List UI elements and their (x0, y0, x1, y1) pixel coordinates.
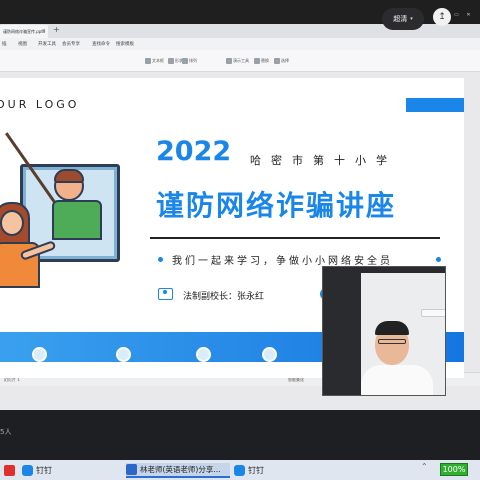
menu-item-developer[interactable]: 开发工具 (38, 41, 56, 47)
stripe-dot (116, 347, 131, 362)
windows-taskbar: 钉钉 林老师(英语老师)分享... 钉钉 (0, 460, 480, 480)
replace-label: 替换 (261, 58, 269, 63)
window-controls-icon[interactable]: ▭ ✕ (454, 12, 474, 18)
taskbar-item-dingtalk-2[interactable]: 钉钉 (234, 463, 294, 478)
presenter-glasses (378, 339, 406, 344)
taskbar-item-label: 钉钉 (36, 466, 52, 475)
arrange-label: 排列 (189, 58, 197, 63)
textbox-icon (145, 58, 151, 64)
document-tab-label: 谨防网络诈骗宣传.pptx (3, 29, 46, 34)
shape-button[interactable]: 形状 (168, 56, 183, 66)
stripe-dot (196, 347, 211, 362)
menu-bar: 插 视图 开发工具 会员专享 查找命令 搜索模板 (0, 38, 480, 50)
presentation-icon (126, 464, 137, 475)
select-button[interactable]: 选择 (274, 56, 289, 66)
taskbar-item-label: 林老师(英语老师)分享... (140, 465, 221, 474)
participant-count: 5人 (0, 428, 12, 436)
illustration-girl-face (0, 210, 24, 236)
battery-indicator: 100% (440, 463, 468, 476)
slogan-right-dot (436, 257, 441, 262)
slide-year: 2022 (156, 136, 232, 167)
slide-slogan: 我们一起来学习，争做小小网络安全员 (172, 256, 393, 267)
arrange-button[interactable]: 排列 (182, 56, 197, 66)
menu-item-insert[interactable]: 插 (2, 41, 7, 47)
illustration-boy-hair (54, 169, 84, 183)
presenter-shirt (361, 365, 433, 395)
taskbar-wps-icon[interactable] (4, 463, 15, 478)
presenter-hair (375, 321, 409, 335)
title-divider (150, 237, 440, 239)
replace-button[interactable]: 替换 (254, 56, 269, 66)
chevron-down-icon: ▾ (410, 16, 413, 22)
slide-title: 谨防网络诈骗讲座 (156, 189, 397, 222)
slogan-left-dot (158, 257, 163, 262)
select-icon (274, 58, 280, 64)
presentation-tools-label: 演示工具 (233, 58, 249, 63)
taskbar-item-dingtalk[interactable]: 钉钉 (22, 463, 92, 478)
menu-item-view[interactable]: 视图 (18, 41, 27, 47)
taskbar-item-share[interactable]: 林老师(英语老师)分享... (126, 463, 230, 478)
decorative-blue-bar (406, 98, 464, 112)
presentation-tools-icon (226, 58, 232, 64)
menu-item-search-command[interactable]: 查找命令 (92, 41, 110, 47)
slide-logo-text: OUR LOGO (0, 98, 80, 111)
menu-item-search-template[interactable]: 搜索模板 (116, 41, 134, 47)
illustration-boy-body (52, 200, 102, 240)
replace-icon (254, 58, 260, 64)
stripe-dot (262, 347, 277, 362)
presenter-icon (158, 288, 173, 300)
quality-label: 超清 (393, 15, 408, 23)
textbox-label: 文本框 (152, 58, 164, 63)
presentation-tools-button[interactable]: 演示工具 (226, 56, 249, 66)
shape-icon (168, 58, 174, 64)
wps-icon (4, 465, 15, 476)
presenter-camera-feed[interactable] (322, 266, 446, 396)
vice-principal-label: 法制副校长：张永红 (183, 292, 265, 302)
select-label: 选择 (281, 58, 289, 63)
ribbon-toolbar: 文本框 形状 排列 演示工具 替换 选择 (0, 50, 480, 72)
arrange-icon (182, 58, 188, 64)
meeting-footer (0, 410, 480, 460)
upload-icon[interactable]: ↥ (433, 8, 451, 26)
taskbar-item-label: 钉钉 (248, 466, 264, 475)
stripe-dot (32, 347, 47, 362)
close-tab-icon[interactable]: × (42, 28, 46, 34)
dingtalk-icon (234, 465, 245, 476)
textbox-button[interactable]: 文本框 (145, 56, 164, 66)
slide-school-name: 哈密市第十小学 (250, 154, 397, 167)
document-tab[interactable]: 谨防网络诈骗宣传.pptx × (0, 25, 48, 38)
new-tab-icon[interactable]: + (53, 25, 60, 34)
tray-arrow-icon[interactable]: ⌃ (421, 462, 428, 471)
dingtalk-icon (22, 465, 33, 476)
menu-item-member[interactable]: 会员专享 (62, 41, 80, 47)
quality-select[interactable]: 超清 ▾ (382, 8, 424, 30)
camera-air-conditioner (421, 309, 445, 317)
